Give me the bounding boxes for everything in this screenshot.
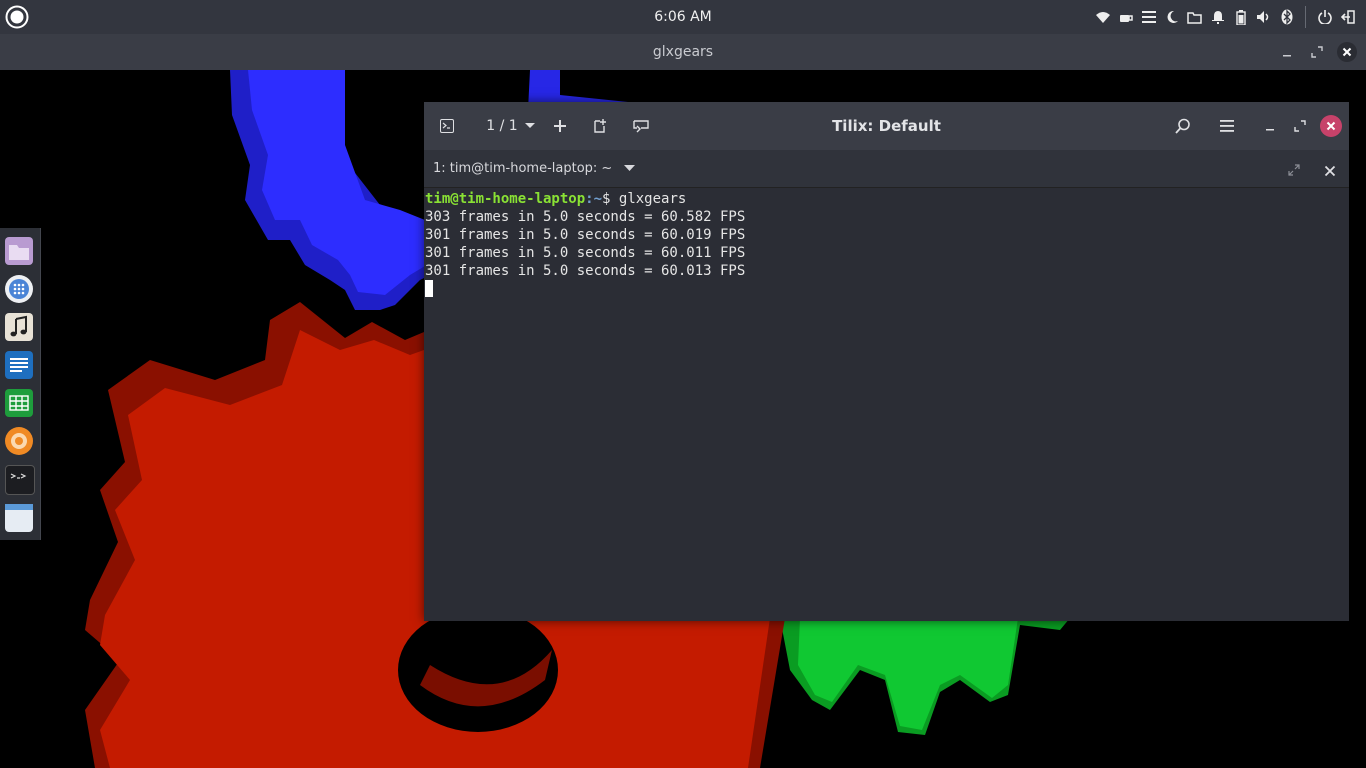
- terminal-tab-label: 1: tim@tim-home-laptop: ~: [433, 161, 613, 176]
- terminal-line: 301 frames in 5.0 seconds = 60.013 FPS: [425, 263, 746, 279]
- activities-button[interactable]: [5, 5, 29, 29]
- terminal-tab[interactable]: 1: tim@tim-home-laptop: ~: [433, 150, 636, 187]
- glxgears-titlebar[interactable]: glxgears: [0, 34, 1366, 70]
- terminal-cursor-line: [424, 280, 1349, 298]
- plus-icon: [554, 120, 566, 132]
- menu-lines-icon[interactable]: [1140, 8, 1157, 26]
- terminal-prompt-line: tim@tim-home-laptop:~$ glxgears: [424, 190, 1349, 208]
- add-session-button[interactable]: [552, 114, 568, 138]
- top-panel: 6:06 AM: [0, 0, 1366, 34]
- expand-icon: [1288, 164, 1300, 176]
- volume-icon[interactable]: [1255, 8, 1272, 26]
- terminal-tab-bar: 1: tim@tim-home-laptop: ~: [424, 150, 1349, 188]
- writer-app-icon[interactable]: [5, 351, 33, 379]
- split-session-button[interactable]: [592, 114, 608, 138]
- terminal-output[interactable]: tim@tim-home-laptop:~$ glxgears 303 fram…: [424, 188, 1349, 621]
- maximize-icon: [1294, 120, 1306, 132]
- activities-icon: [5, 5, 29, 29]
- terminal-line: 301 frames in 5.0 seconds = 60.019 FPS: [425, 227, 746, 243]
- music-app-icon[interactable]: [5, 313, 33, 341]
- prompt-separator: :: [585, 191, 594, 207]
- power-icon[interactable]: [1316, 8, 1333, 26]
- green-gear: [780, 618, 1070, 735]
- bluetooth-icon[interactable]: [1278, 8, 1295, 26]
- app-grid-icon[interactable]: [5, 275, 33, 303]
- minimize-icon: [1283, 55, 1291, 57]
- chevron-down-icon: [524, 123, 535, 128]
- close-terminal-button[interactable]: [1324, 162, 1336, 181]
- terminal-line: 301 frames in 5.0 seconds = 60.011 FPS: [425, 245, 746, 261]
- broadcast-icon: [633, 120, 649, 133]
- search-icon: [1175, 118, 1190, 134]
- notification-bell-icon[interactable]: [1209, 8, 1226, 26]
- tray-separator: [1305, 6, 1306, 28]
- hamburger-icon: [1220, 120, 1234, 132]
- terminal-line: 303 frames in 5.0 seconds = 60.582 FPS: [425, 209, 746, 225]
- terminal-cursor: [425, 280, 433, 297]
- maximize-terminal-button[interactable]: [1288, 161, 1300, 180]
- logout-icon[interactable]: [1339, 8, 1356, 26]
- close-icon: [1337, 42, 1357, 62]
- close-button[interactable]: [1336, 41, 1358, 63]
- minimize-button[interactable]: [1262, 114, 1278, 138]
- menu-button[interactable]: [1218, 114, 1236, 138]
- window-title: glxgears: [652, 44, 714, 60]
- prompt-command: $ glxgears: [602, 191, 687, 207]
- session-count: 1 / 1: [486, 118, 518, 134]
- sync-input-button[interactable]: [632, 114, 650, 138]
- sidebar-toggle-button[interactable]: [438, 114, 456, 138]
- close-icon: [1320, 115, 1342, 137]
- tilix-headerbar[interactable]: 1 / 1 Tilix: Default: [424, 102, 1349, 150]
- close-button[interactable]: [1319, 114, 1343, 138]
- coffee-icon[interactable]: [1117, 8, 1134, 26]
- prompt-user: tim@tim-home-laptop: [425, 191, 586, 207]
- system-tray: [1094, 0, 1356, 34]
- window-controls: [1276, 34, 1358, 70]
- maximize-icon: [1311, 46, 1323, 58]
- files-app-icon[interactable]: [5, 237, 33, 265]
- tilix-window[interactable]: 1 / 1 Tilix: Default 1: tim@tim-home-lap…: [424, 102, 1349, 621]
- battery-icon[interactable]: [1232, 8, 1249, 26]
- close-icon: [1324, 165, 1336, 177]
- window-app-icon[interactable]: [5, 504, 33, 532]
- terminal-app-icon[interactable]: [5, 465, 35, 495]
- split-icon: [594, 119, 606, 133]
- minimize-icon: [1266, 129, 1274, 131]
- chevron-down-icon[interactable]: [624, 165, 636, 172]
- dock: [0, 228, 41, 540]
- minimize-button[interactable]: [1276, 41, 1298, 63]
- night-light-icon[interactable]: [1163, 8, 1180, 26]
- session-switcher[interactable]: 1 / 1: [482, 114, 540, 138]
- prompt-path: ~: [593, 191, 603, 207]
- maximize-button[interactable]: [1292, 114, 1308, 138]
- calc-app-icon[interactable]: [5, 389, 33, 417]
- terminal-icon: [440, 119, 454, 133]
- files-icon[interactable]: [1186, 8, 1203, 26]
- maximize-button[interactable]: [1306, 41, 1328, 63]
- wifi-icon[interactable]: [1094, 8, 1111, 26]
- firefox-app-icon[interactable]: [5, 427, 33, 455]
- find-button[interactable]: [1174, 114, 1192, 138]
